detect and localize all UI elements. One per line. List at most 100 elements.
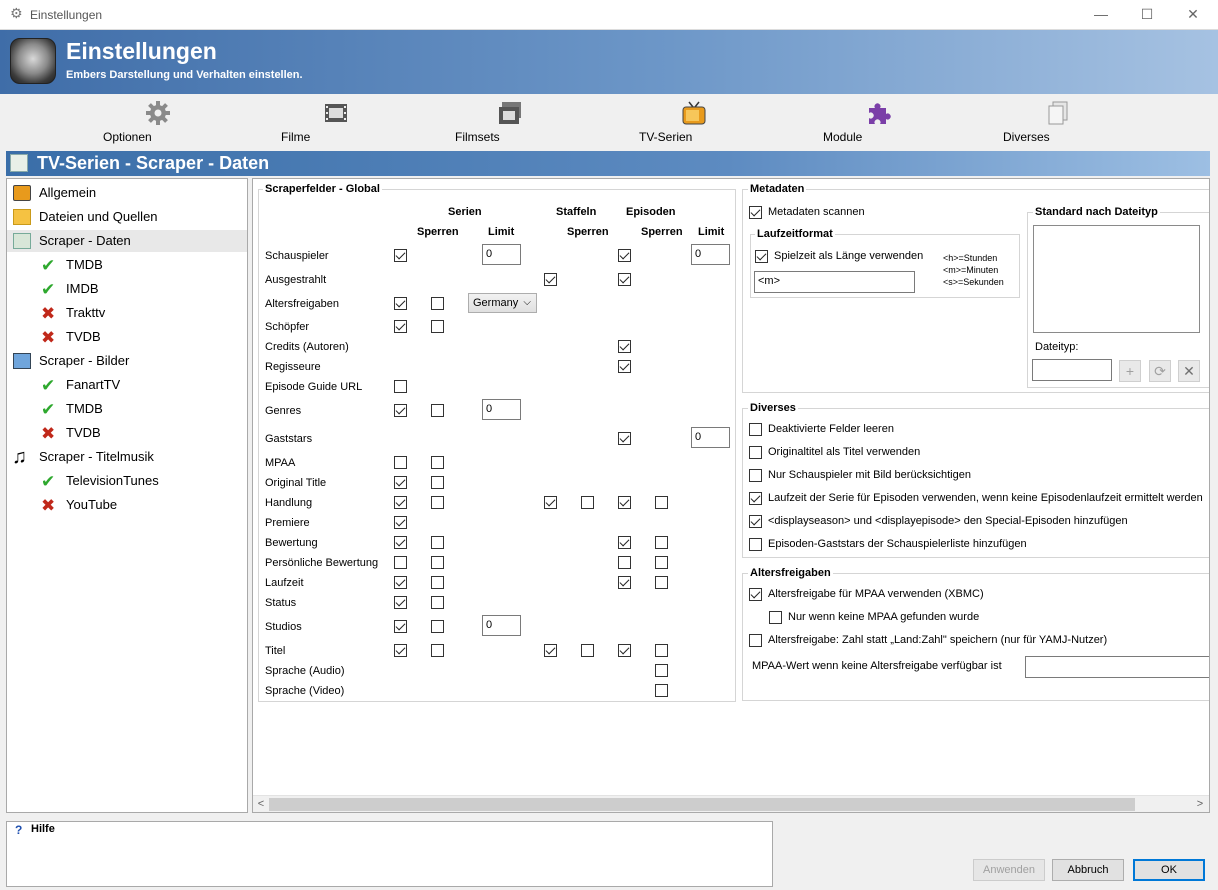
tree-item-scraper-bilder[interactable]: Scraper - Bilder xyxy=(7,350,247,372)
checkbox-originaltitle-serie[interactable] xyxy=(394,476,407,489)
refresh-button[interactable]: ⟳ xyxy=(1149,360,1171,382)
toolbar-filme[interactable]: Filme xyxy=(281,96,391,146)
tree-item-youtube[interactable]: ✖ YouTube xyxy=(7,494,247,516)
checkbox-status-serie[interactable] xyxy=(394,596,407,609)
minimize-button[interactable]: — xyxy=(1078,0,1124,30)
checkbox-handlung-episode-sperren[interactable] xyxy=(655,496,668,509)
tree-item-tmdb[interactable]: ✔ TMDB xyxy=(7,254,247,276)
ok-button[interactable]: OK xyxy=(1133,859,1205,881)
checkbox-titel-staffel-sperren[interactable] xyxy=(581,644,594,657)
checkbox-genres-sperren[interactable] xyxy=(431,404,444,417)
close-button[interactable]: ✕ xyxy=(1170,0,1216,30)
checkbox-deaktivierte-felder[interactable] xyxy=(749,423,762,436)
checkbox-originaltitle-sperren[interactable] xyxy=(431,476,444,489)
checkbox-gaststars-episode[interactable] xyxy=(618,432,631,445)
checkbox-persbewertung-sperren[interactable] xyxy=(431,556,444,569)
mpaa-default-input[interactable] xyxy=(1025,656,1209,678)
limit-input-genres[interactable]: 0 xyxy=(482,399,521,420)
checkbox-handlung-serie[interactable] xyxy=(394,496,407,509)
tree-item-allgemein[interactable]: Allgemein xyxy=(7,182,247,204)
tree-item-scraper-daten[interactable]: Scraper - Daten xyxy=(7,230,247,252)
toolbar-module[interactable]: Module xyxy=(823,96,933,146)
tree-item-fanarttv[interactable]: ✔ FanartTV xyxy=(7,374,247,396)
tree-item-trakttv[interactable]: ✖ Trakttv xyxy=(7,302,247,324)
checkbox-credits-episode[interactable] xyxy=(618,340,631,353)
checkbox-titel-staffel[interactable] xyxy=(544,644,557,657)
tree-item-tmdb-bilder[interactable]: ✔ TMDB xyxy=(7,398,247,420)
checkbox-titel-serie[interactable] xyxy=(394,644,407,657)
country-select[interactable]: Germany ⌵ xyxy=(468,293,537,313)
limit-input-schauspieler-episode[interactable]: 0 xyxy=(691,244,730,265)
checkbox-metadaten-scannen[interactable] xyxy=(749,206,762,219)
toolbar-filmsets[interactable]: Filmsets xyxy=(455,96,565,146)
laufzeitformat-input[interactable]: <m> xyxy=(754,271,915,293)
horizontal-scrollbar[interactable]: < > xyxy=(253,795,1209,812)
checkbox-handlung-sperren[interactable] xyxy=(431,496,444,509)
toolbar-optionen[interactable]: Optionen xyxy=(103,96,213,146)
add-button[interactable]: + xyxy=(1119,360,1141,382)
checkbox-altersfreigaben-sperren[interactable] xyxy=(431,297,444,310)
checkbox-mpaa-sperren[interactable] xyxy=(431,456,444,469)
checkbox-laufzeit-episode-sperren[interactable] xyxy=(655,576,668,589)
scroll-right-icon[interactable]: > xyxy=(1192,796,1208,813)
tree-item-imdb[interactable]: ✔ IMDB xyxy=(7,278,247,300)
checkbox-titel-sperren[interactable] xyxy=(431,644,444,657)
apply-button[interactable]: Anwenden xyxy=(973,859,1045,881)
checkbox-regisseure-episode[interactable] xyxy=(618,360,631,373)
checkbox-laufzeit-serie[interactable] xyxy=(394,576,407,589)
checkbox-premiere-serie[interactable] xyxy=(394,516,407,529)
tree-item-tvdb[interactable]: ✖ TVDB xyxy=(7,326,247,348)
scroll-left-icon[interactable]: < xyxy=(253,796,269,813)
checkbox-handlung-staffel[interactable] xyxy=(544,496,557,509)
checkbox-schauspieler-episode[interactable] xyxy=(618,249,631,262)
checkbox-handlung-staffel-sperren[interactable] xyxy=(581,496,594,509)
checkbox-mpaa-serie[interactable] xyxy=(394,456,407,469)
checkbox-studios-sperren[interactable] xyxy=(431,620,444,633)
checkbox-persbewertung-episode-sperren[interactable] xyxy=(655,556,668,569)
checkbox-episodeguide-serie[interactable] xyxy=(394,380,407,393)
dateityp-list[interactable] xyxy=(1033,225,1200,333)
checkbox-schauspieler-bild[interactable] xyxy=(749,469,762,482)
checkbox-studios-serie[interactable] xyxy=(394,620,407,633)
checkbox-bewertung-sperren[interactable] xyxy=(431,536,444,549)
checkbox-land-zahl[interactable] xyxy=(749,634,762,647)
checkbox-genres-serie[interactable] xyxy=(394,404,407,417)
limit-input-gaststars[interactable]: 0 xyxy=(691,427,730,448)
checkbox-gaststars-liste[interactable] xyxy=(749,538,762,551)
checkbox-ausgestrahlt-staffel[interactable] xyxy=(544,273,557,286)
checkbox-schoepfer-serie[interactable] xyxy=(394,320,407,333)
checkbox-laufzeit-sperren[interactable] xyxy=(431,576,444,589)
remove-button[interactable]: ✕ xyxy=(1178,360,1200,382)
checkbox-schauspieler-serie[interactable] xyxy=(394,249,407,262)
checkbox-schoepfer-sperren[interactable] xyxy=(431,320,444,333)
checkbox-laufzeit-episode[interactable] xyxy=(618,576,631,589)
maximize-button[interactable]: ☐ xyxy=(1124,0,1170,30)
checkbox-originaltitel[interactable] xyxy=(749,446,762,459)
tree-item-televisiontunes[interactable]: ✔ TelevisionTunes xyxy=(7,470,247,492)
checkbox-handlung-episode[interactable] xyxy=(618,496,631,509)
checkbox-laufzeit-serie-episoden[interactable] xyxy=(749,492,762,505)
toolbar-tv-serien[interactable]: TV-Serien xyxy=(639,96,749,146)
checkbox-spielzeit[interactable] xyxy=(755,250,768,263)
checkbox-titel-episode[interactable] xyxy=(618,644,631,657)
tree-item-scraper-titelmusik[interactable]: ♫ Scraper - Titelmusik xyxy=(7,446,247,468)
checkbox-bewertung-episode-sperren[interactable] xyxy=(655,536,668,549)
toolbar-diverses[interactable]: Diverses xyxy=(1003,96,1113,146)
checkbox-only-no-mpaa[interactable] xyxy=(769,611,782,624)
checkbox-altersfreigaben-serie[interactable] xyxy=(394,297,407,310)
limit-input-schauspieler-serie[interactable]: 0 xyxy=(482,244,521,265)
tree-item-dateien[interactable]: Dateien und Quellen xyxy=(7,206,247,228)
checkbox-persbewertung-episode[interactable] xyxy=(618,556,631,569)
checkbox-bewertung-serie[interactable] xyxy=(394,536,407,549)
checkbox-sprache-audio-sperren[interactable] xyxy=(655,664,668,677)
checkbox-sprache-video-sperren[interactable] xyxy=(655,684,668,697)
checkbox-status-sperren[interactable] xyxy=(431,596,444,609)
checkbox-bewertung-episode[interactable] xyxy=(618,536,631,549)
scrollbar-thumb[interactable] xyxy=(269,798,1135,811)
limit-input-studios[interactable]: 0 xyxy=(482,615,521,636)
checkbox-mpaa-xbmc[interactable] xyxy=(749,588,762,601)
dateityp-input[interactable] xyxy=(1032,359,1112,381)
checkbox-ausgestrahlt-episode[interactable] xyxy=(618,273,631,286)
checkbox-displayseason[interactable] xyxy=(749,515,762,528)
cancel-button[interactable]: Abbruch xyxy=(1052,859,1124,881)
